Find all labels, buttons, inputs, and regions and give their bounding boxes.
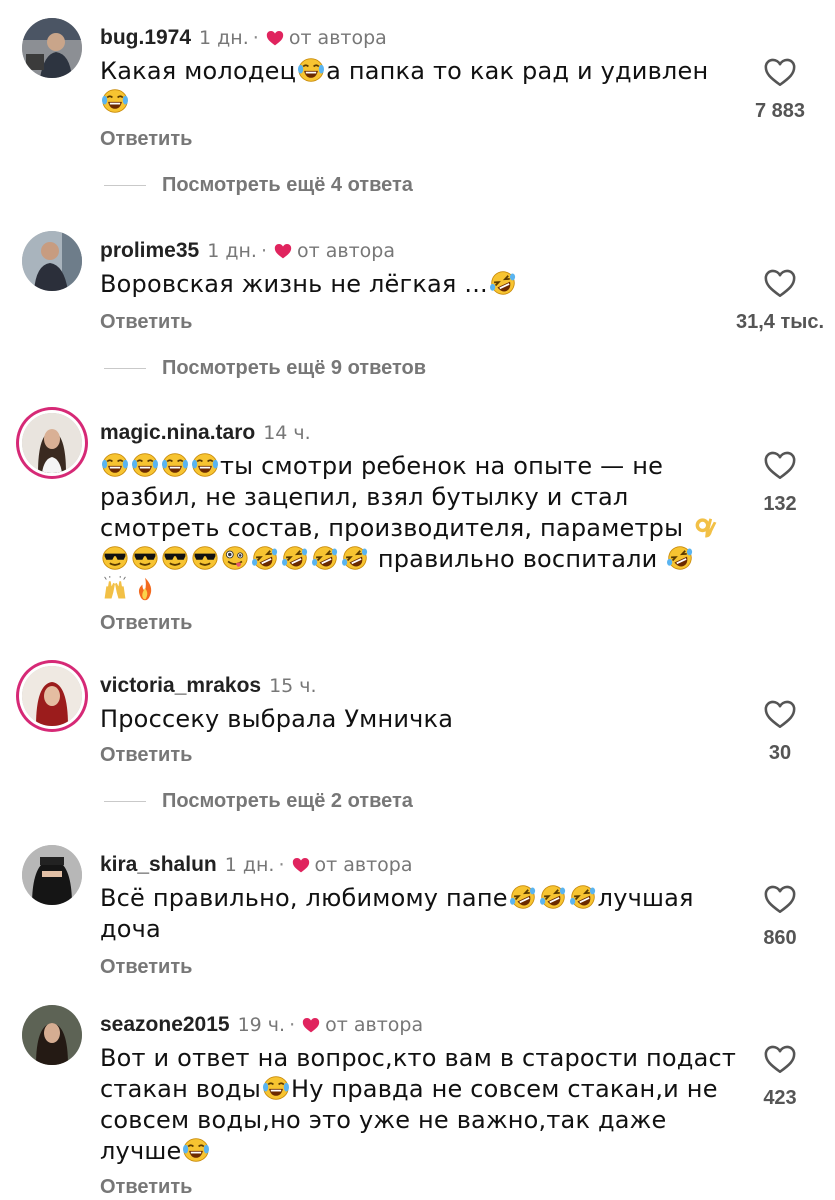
avatar[interactable] [22, 666, 82, 726]
laughing-tears-emoji [101, 88, 129, 114]
separator: · [252, 27, 259, 49]
rolling-laughing-emoji [509, 884, 537, 910]
heart-outline-icon[interactable] [763, 698, 797, 730]
avatar[interactable] [22, 231, 82, 291]
sunglasses-emoji [131, 545, 159, 571]
reply-button[interactable]: Ответить [100, 128, 192, 151]
zany-face-emoji [221, 545, 249, 571]
fire-emoji [131, 576, 159, 602]
view-more-replies[interactable]: Посмотреть ещё 2 ответа [0, 786, 835, 816]
heart-outline-icon[interactable] [763, 267, 797, 299]
avatar[interactable] [22, 1005, 82, 1065]
comment-text: Проссеку выбрала Умничка [100, 705, 454, 733]
timestamp: 1 дн. [207, 240, 257, 262]
heart-filled-icon [273, 242, 293, 260]
reply-button[interactable]: Ответить [100, 956, 192, 979]
username[interactable]: seazone2015 [100, 1013, 230, 1037]
rolling-laughing-emoji [489, 270, 517, 296]
comment-text: Воровская жизнь не лёгкая ... [100, 269, 740, 300]
avatar[interactable] [22, 18, 82, 78]
reply-button[interactable]: Ответить [100, 612, 192, 635]
author-liked-label: от автора [297, 240, 395, 262]
like-count: 7 883 [754, 100, 806, 122]
like-count: 31,4 тыс. [735, 311, 825, 333]
view-more-replies-label[interactable]: Посмотреть ещё 9 ответов [162, 357, 426, 380]
view-more-replies[interactable]: Посмотреть ещё 9 ответов [0, 353, 835, 383]
sunglasses-emoji [161, 545, 189, 571]
timestamp: 15 ч. [269, 675, 317, 697]
separator: · [260, 240, 267, 262]
comment-text: Всё правильно, любимому папе лучшая доча [100, 884, 694, 943]
divider-line [104, 185, 146, 186]
view-more-replies-label[interactable]: Посмотреть ещё 4 ответа [162, 174, 413, 197]
username[interactable]: kira_shalun [100, 853, 217, 877]
like-count: 423 [763, 1087, 797, 1109]
sunglasses-emoji [101, 545, 129, 571]
timestamp: 14 ч. [263, 422, 311, 444]
like-count: 860 [763, 927, 797, 949]
rolling-laughing-emoji [569, 884, 597, 910]
ok-hand-emoji [692, 514, 720, 540]
username[interactable]: victoria_mrakos [100, 674, 261, 698]
reply-button[interactable]: Ответить [100, 311, 192, 334]
author-liked-label: от автора [288, 27, 387, 49]
laughing-tears-emoji [191, 452, 219, 478]
separator: · [289, 1014, 296, 1036]
rolling-laughing-emoji [666, 545, 694, 571]
laughing-tears-emoji [182, 1137, 210, 1163]
username[interactable]: bug.1974 [100, 26, 191, 50]
comment-text: Какая молодец a папка то как рад и удивле… [100, 56, 740, 118]
laughing-tears-emoji [131, 452, 159, 478]
avatar[interactable] [22, 413, 82, 473]
heart-outline-icon[interactable] [763, 56, 797, 88]
rolling-laughing-emoji [341, 545, 369, 571]
rolling-laughing-emoji [281, 545, 309, 571]
rolling-laughing-emoji [311, 545, 339, 571]
raised-hands-emoji [101, 576, 129, 602]
comment-text: ты смотри ребенок на опыте — не разбил, … [100, 451, 725, 606]
rolling-laughing-emoji [251, 545, 279, 571]
author-liked-label: от автора [314, 854, 413, 876]
laughing-tears-emoji [297, 57, 325, 83]
heart-filled-icon [265, 29, 285, 47]
comment-text: Вот и ответ на вопрос,кто вам в старости… [100, 1044, 737, 1165]
divider-line [104, 368, 146, 369]
laughing-tears-emoji [161, 452, 189, 478]
reply-button[interactable]: Ответить [100, 744, 192, 767]
timestamp: 1 дн. [199, 27, 249, 49]
view-more-replies[interactable]: Посмотреть ещё 4 ответа [0, 170, 835, 200]
like-count: 30 [768, 742, 792, 764]
avatar[interactable] [22, 845, 82, 905]
username[interactable]: magic.nina.taro [100, 421, 255, 445]
heart-filled-icon [291, 856, 311, 874]
heart-outline-icon[interactable] [763, 883, 797, 915]
like-count: 132 [763, 493, 797, 515]
separator: · [278, 854, 285, 876]
username[interactable]: prolime35 [100, 239, 199, 263]
heart-outline-icon[interactable] [763, 1043, 797, 1075]
author-liked-label: от автора [325, 1014, 424, 1036]
reply-button[interactable]: Ответить [100, 1176, 192, 1199]
sunglasses-emoji [191, 545, 219, 571]
laughing-tears-emoji [262, 1075, 290, 1101]
laughing-tears-emoji [101, 452, 129, 478]
heart-filled-icon [301, 1016, 321, 1034]
divider-line [104, 801, 146, 802]
view-more-replies-label[interactable]: Посмотреть ещё 2 ответа [162, 790, 413, 813]
heart-outline-icon[interactable] [763, 449, 797, 481]
timestamp: 1 дн. [224, 854, 275, 876]
rolling-laughing-emoji [539, 884, 567, 910]
timestamp: 19 ч. [237, 1014, 286, 1036]
